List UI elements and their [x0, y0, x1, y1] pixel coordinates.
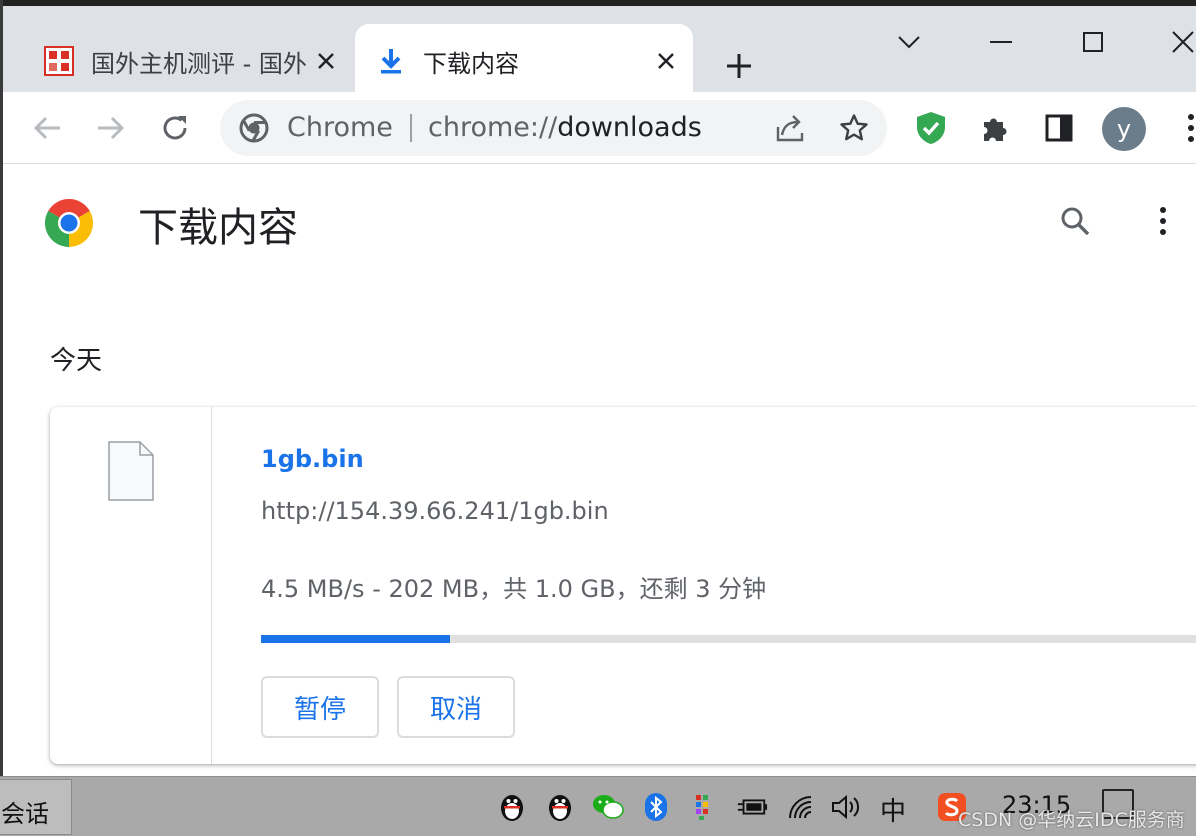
site-favicon-icon: [44, 46, 74, 76]
arrow-left-icon: [33, 116, 60, 140]
page-title: 下载内容: [138, 205, 298, 251]
taskbar-window-button[interactable]: 会话: [0, 779, 72, 835]
side-panel-icon: [1045, 114, 1073, 142]
download-progress-fill: [261, 635, 451, 643]
minimize-icon: [990, 41, 1012, 43]
maximize-button[interactable]: [1063, 18, 1123, 66]
reload-icon: [163, 116, 187, 140]
wechat-icon[interactable]: [592, 791, 624, 823]
pause-button[interactable]: 暂停: [261, 676, 379, 738]
url-path: downloads: [557, 112, 702, 143]
tab-hosting-review[interactable]: 国外主机测评 - 国外: [23, 24, 353, 98]
more-vertical-icon: [1160, 207, 1166, 235]
extensions-button[interactable]: [973, 106, 1017, 150]
chrome-logo-icon: [45, 199, 93, 247]
site-chip-label: Chrome: [287, 112, 393, 143]
input-method-indicator[interactable]: 中: [880, 791, 906, 828]
omnibox-separator: [410, 114, 412, 142]
file-icon: [108, 441, 154, 501]
chevron-down-icon: [898, 36, 920, 49]
reload-button[interactable]: [153, 106, 197, 150]
screen: 国外主机测评 - 国外 下载内容 Chrome chrome://downloa…: [0, 0, 1196, 836]
tab-title: 国外主机测评 - 国外: [91, 49, 307, 78]
file-name-link[interactable]: 1gb.bin: [261, 445, 364, 473]
power-battery-icon[interactable]: [736, 791, 768, 823]
taskbar-window-label: 会话: [1, 800, 49, 828]
puzzle-icon: [984, 118, 1007, 141]
chrome-menu-button[interactable]: [1169, 106, 1196, 150]
tab-search-button[interactable]: [879, 18, 939, 66]
downloads-header: 下载内容: [3, 165, 1196, 283]
chrome-icon: [239, 113, 269, 143]
side-panel-button[interactable]: [1037, 106, 1081, 150]
tab-title: 下载内容: [423, 49, 519, 78]
file-url[interactable]: http://154.39.66.241/1gb.bin: [261, 497, 609, 525]
close-icon[interactable]: [649, 44, 683, 78]
search-downloads-button[interactable]: [1053, 199, 1097, 243]
star-icon: [840, 114, 868, 141]
download-progress-bar: [261, 635, 1196, 643]
profile-avatar[interactable]: y: [1102, 107, 1146, 151]
share-icon: [776, 115, 804, 142]
minimize-button[interactable]: [971, 18, 1031, 66]
date-section-heading: 今天: [50, 346, 103, 376]
forward-button[interactable]: [89, 106, 133, 150]
address-bar[interactable]: Chrome chrome://downloads: [220, 100, 887, 156]
qq-penguin-icon[interactable]: [496, 791, 528, 823]
shield-check-icon: [917, 112, 945, 144]
close-window-button[interactable]: [1153, 18, 1196, 66]
download-item: 1gb.bin http://154.39.66.241/1gb.bin 4.5…: [50, 407, 1196, 764]
url-text[interactable]: chrome://downloads: [428, 112, 702, 143]
close-icon: [1172, 31, 1194, 53]
taskbar: 会话 中 23:15 CSDN @华纳云IDC服务商: [0, 776, 1196, 836]
tab-downloads[interactable]: 下载内容: [355, 24, 693, 98]
new-tab-button[interactable]: [715, 46, 763, 86]
toolbar: Chrome chrome://downloads y: [3, 92, 1196, 164]
volume-icon[interactable]: [830, 791, 862, 823]
close-icon[interactable]: [309, 44, 343, 78]
tab-strip: 国外主机测评 - 国外 下载内容: [3, 0, 1196, 98]
color-grid-app-icon[interactable]: [688, 791, 720, 823]
search-icon: [1061, 207, 1090, 236]
more-vertical-icon: [1188, 114, 1194, 142]
bookmark-button[interactable]: [832, 106, 876, 150]
url-scheme: chrome://: [428, 112, 558, 143]
download-status: 4.5 MB/s - 202 MB，共 1.0 GB，还剩 3 分钟: [261, 575, 767, 603]
qq-penguin-icon[interactable]: [544, 791, 576, 823]
watermark: CSDN @华纳云IDC服务商: [958, 809, 1185, 831]
share-button[interactable]: [768, 106, 812, 150]
back-button[interactable]: [25, 106, 69, 150]
plus-icon: [727, 54, 751, 78]
bluetooth-icon[interactable]: [640, 791, 672, 823]
adblock-extension-button[interactable]: [909, 106, 953, 150]
cancel-button[interactable]: 取消: [397, 676, 515, 738]
wifi-icon[interactable]: [786, 791, 818, 823]
file-icon-column: [50, 407, 212, 764]
arrow-right-icon: [98, 116, 125, 140]
downloads-menu-button[interactable]: [1143, 199, 1183, 243]
maximize-icon: [1083, 32, 1103, 52]
download-icon: [381, 49, 401, 74]
